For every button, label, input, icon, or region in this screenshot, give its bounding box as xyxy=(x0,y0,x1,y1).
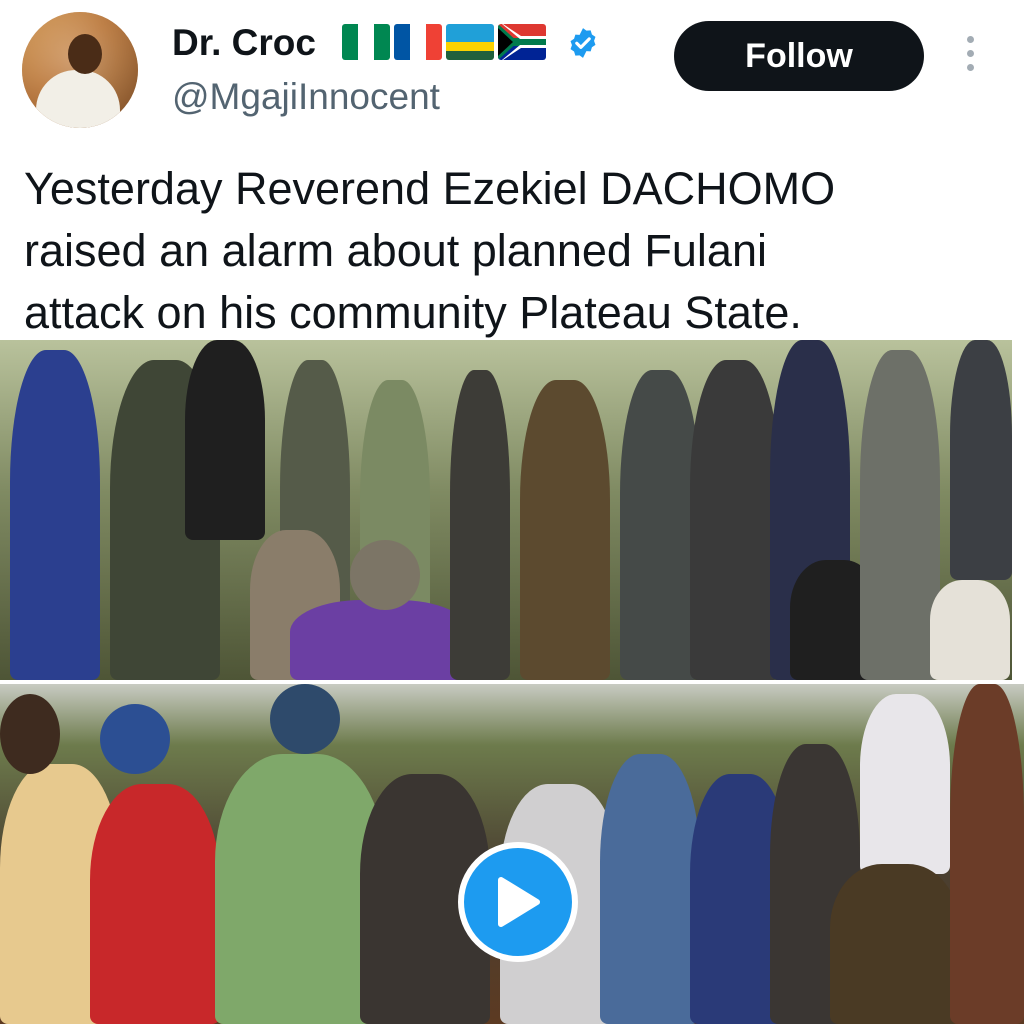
south-africa-flag-icon xyxy=(498,24,546,60)
tweet-text: Yesterday Reverend Ezekiel DACHOMO raise… xyxy=(24,158,1004,344)
flag-emojis xyxy=(342,24,546,60)
user-handle[interactable]: @MgajiInnocent xyxy=(172,76,440,118)
nigeria-flag-icon xyxy=(342,24,390,60)
verified-badge-icon xyxy=(566,26,600,60)
display-name[interactable]: Dr. Croc xyxy=(172,22,316,64)
play-icon xyxy=(498,877,540,927)
rwanda-flag-icon xyxy=(446,24,494,60)
follow-button[interactable]: Follow xyxy=(674,21,924,91)
tweet-line: attack on his community Plateau State. xyxy=(24,287,802,338)
tweet-line: raised an alarm about planned Fulani xyxy=(24,225,767,276)
play-video-button[interactable] xyxy=(458,842,578,962)
france-flag-icon xyxy=(394,24,442,60)
tweet-photo-armed-group[interactable] xyxy=(0,340,1012,680)
more-options-icon[interactable] xyxy=(964,36,976,80)
avatar[interactable] xyxy=(22,12,138,128)
tweet-line: Yesterday Reverend Ezekiel DACHOMO xyxy=(24,163,836,214)
